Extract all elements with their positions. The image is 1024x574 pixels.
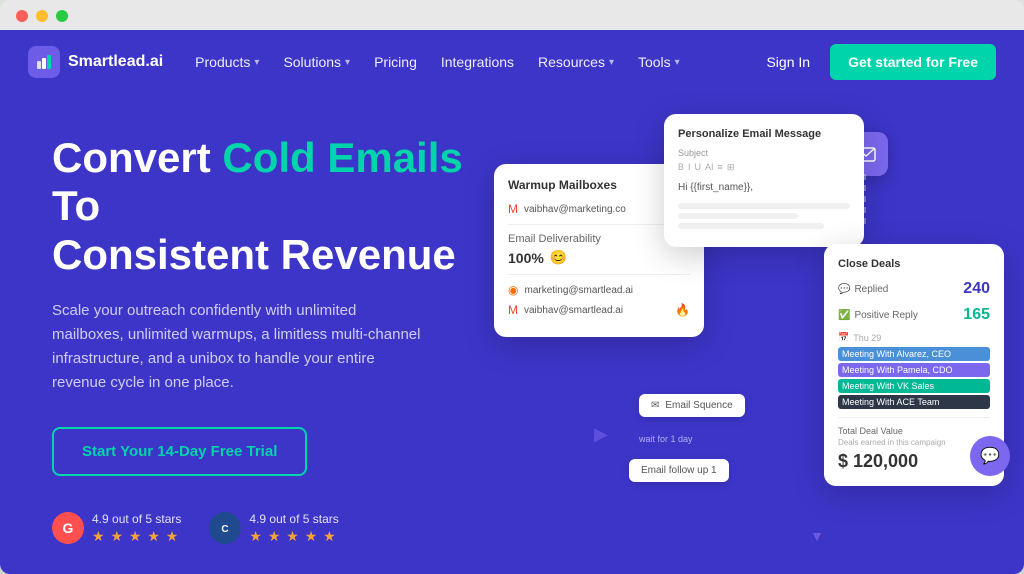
chat-bubble-icon: 💬 (970, 436, 1010, 476)
gmail-icon: M (508, 202, 518, 216)
nav-solutions[interactable]: Solutions ▾ (283, 54, 350, 70)
capterra-logo: C (209, 512, 241, 544)
close-button[interactable] (16, 10, 28, 22)
nav-products[interactable]: Products ▾ (195, 54, 259, 70)
nav-tools[interactable]: Tools ▾ (638, 54, 680, 70)
capterra-rating: C 4.9 out of 5 stars ★ ★ ★ ★ ★ (209, 512, 338, 545)
svg-text:C: C (222, 524, 229, 535)
warmup-email-3: M vaibhav@smartlead.ai 🔥 (508, 303, 690, 317)
get-started-button[interactable]: Get started for Free (830, 44, 996, 80)
logo-icon (28, 46, 60, 78)
calendar-icon: 📅 (838, 332, 849, 343)
replied-value: 240 (963, 280, 990, 298)
chevron-down-icon: ▾ (609, 57, 614, 68)
browser-window: Smartlead.ai Products ▾ Solutions ▾ Pric… (0, 0, 1024, 574)
trial-button[interactable]: Start Your 14-Day Free Trial (52, 427, 307, 476)
envelope-icon: ✉ (651, 400, 659, 411)
total-deal-label: Total Deal Value (838, 426, 990, 436)
deliverability-row: Email Deliverability (508, 233, 690, 245)
positive-reply-value: 165 (963, 306, 990, 324)
hero-illustration: Warmup Mailboxes M vaibhav@marketing.co … (494, 104, 1004, 574)
g2-stars: ★ ★ ★ ★ ★ (92, 528, 181, 545)
triangle-decoration: ▶ (594, 424, 608, 445)
total-deal-section: Total Deal Value Deals earned in this ca… (838, 417, 990, 472)
meeting-4: Meeting With ACE Team (838, 395, 990, 409)
meeting-1: Meeting With Alvarez, CEO (838, 347, 990, 361)
total-deal-sub: Deals earned in this campaign (838, 438, 990, 447)
nav-resources[interactable]: Resources ▾ (538, 54, 614, 70)
sign-in-button[interactable]: Sign In (766, 54, 810, 70)
g2-score: 4.9 out of 5 stars (92, 512, 181, 526)
hero-section: Convert Cold Emails To Consistent Revenu… (0, 94, 1024, 574)
personalize-card: Personalize Email Message Subject BIUAI≡… (664, 114, 864, 247)
capterra-score: 4.9 out of 5 stars (249, 512, 338, 526)
nav-links: Products ▾ Solutions ▾ Pricing Integrati… (195, 54, 766, 70)
close-deals-card: Close Deals 💬 Replied 240 ✅ Positive Rep… (824, 244, 1004, 486)
warmup-card-title: Warmup Mailboxes (508, 178, 690, 192)
capterra-rating-info: 4.9 out of 5 stars ★ ★ ★ ★ ★ (249, 512, 338, 545)
chat-icon: 💬 (838, 284, 850, 295)
email-sequence-button: ✉ Email Squence (639, 394, 745, 417)
positive-reply-stat: ✅ Positive Reply 165 (838, 306, 990, 324)
email-body: Hi {{first_name}}, (678, 181, 850, 195)
g2-rating-info: 4.9 out of 5 stars ★ ★ ★ ★ ★ (92, 512, 181, 545)
chevron-down-icon: ▾ (345, 57, 350, 68)
connector-line-2 (864, 174, 866, 224)
chevron-down-icon: ▾ (675, 57, 680, 68)
nav-pricing[interactable]: Pricing (374, 54, 417, 70)
meeting-2: Meeting With Pamela, CDO (838, 363, 990, 377)
logo[interactable]: Smartlead.ai (28, 46, 163, 78)
meeting-3: Meeting With VK Sales (838, 379, 990, 393)
warmup-email-2: ◉ marketing@smartlead.ai (508, 283, 690, 297)
capterra-stars: ★ ★ ★ ★ ★ (249, 528, 338, 545)
replied-stat: 💬 Replied 240 (838, 280, 990, 298)
navigation: Smartlead.ai Products ▾ Solutions ▾ Pric… (0, 30, 1024, 94)
total-deal-value: $ 120,000 (838, 451, 990, 472)
personalize-title: Personalize Email Message (678, 128, 850, 140)
outlook-icon: ◉ (508, 283, 518, 297)
logo-text: Smartlead.ai (68, 53, 163, 71)
calendar-section: 📅 Thu 29 Meeting With Alvarez, CEO Meeti… (838, 332, 990, 409)
gmail-icon-2: M (508, 303, 518, 317)
check-icon: ✅ (838, 310, 850, 321)
follow-up-button: Email follow up 1 (629, 459, 729, 482)
chevron-down-icon: ▾ (254, 57, 259, 68)
hero-subtext: Scale your outreach confidently with unl… (52, 299, 432, 395)
editor-toolbar: BIUAI≡⊞ (678, 162, 850, 173)
hero-left: Convert Cold Emails To Consistent Revenu… (52, 134, 472, 545)
ratings-section: G 4.9 out of 5 stars ★ ★ ★ ★ ★ C (52, 512, 472, 545)
close-deals-title: Close Deals (838, 258, 990, 270)
nav-integrations[interactable]: Integrations (441, 54, 514, 70)
minimize-button[interactable] (36, 10, 48, 22)
warmup-email-1: M vaibhav@marketing.co 🔥 (508, 202, 690, 216)
page-content: Smartlead.ai Products ▾ Solutions ▾ Pric… (0, 30, 1024, 574)
browser-chrome (0, 0, 1024, 30)
hero-heading: Convert Cold Emails To Consistent Revenu… (52, 134, 472, 279)
wait-text: wait for 1 day (639, 434, 693, 444)
g2-rating: G 4.9 out of 5 stars ★ ★ ★ ★ ★ (52, 512, 181, 545)
nav-right: Sign In Get started for Free (766, 44, 996, 80)
triangle-decoration-2: ▼ (810, 528, 824, 544)
g2-logo: G (52, 512, 84, 544)
maximize-button[interactable] (56, 10, 68, 22)
